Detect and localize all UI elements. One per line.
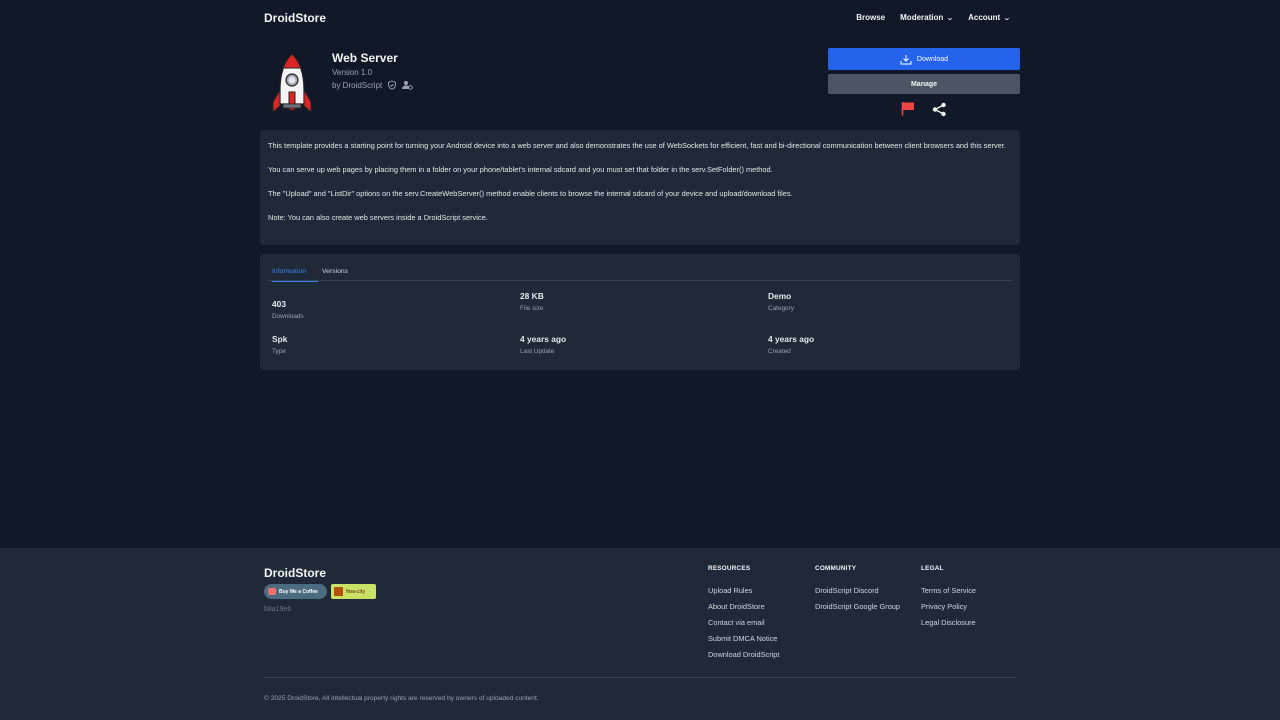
copyright-text: © 2025 DroidStore, All intellectual prop… xyxy=(264,695,539,702)
app-header: Web Server Version 1.0 by DroidScript Do… xyxy=(260,46,1020,126)
download-icon xyxy=(900,54,912,64)
stat-value: Spk xyxy=(272,334,288,344)
nav-browse[interactable]: Browse xyxy=(856,13,885,22)
stat-value: 4 years ago xyxy=(768,334,815,344)
nav-account-label: Account xyxy=(968,13,1001,22)
manage-button-label: Manage xyxy=(910,80,938,88)
user-settings-icon xyxy=(402,80,413,90)
tab-versions[interactable]: Versions xyxy=(322,268,348,275)
nav-moderation-label: Moderation xyxy=(900,13,944,22)
description-paragraph: You can serve up web pages by placing th… xyxy=(268,165,773,174)
description-paragraph: The "Upload" and "ListDir" options on th… xyxy=(268,189,793,198)
stat-label: Category xyxy=(768,305,794,312)
nav-browse-label: Browse xyxy=(856,13,886,22)
app-version: Version 1.0 xyxy=(332,68,373,77)
stat-value: Demo xyxy=(768,291,792,301)
stat-label: Downloads xyxy=(272,313,304,320)
footer-column-title: COMMUNITY xyxy=(815,565,857,572)
tab-information[interactable]: Information xyxy=(272,268,318,282)
site-footer: DroidStore Buy Me a Coffee fma-city b8a1… xyxy=(0,548,1280,720)
footer-link-legal-disclosure[interactable]: Legal Disclosure xyxy=(921,618,976,634)
footer-link-privacy[interactable]: Privacy Policy xyxy=(921,602,976,618)
nav-moderation[interactable]: Moderation ⌄ xyxy=(900,13,955,22)
stat-label: Type xyxy=(272,348,286,355)
main-nav: Browse Moderation ⌄ Account ⌄ xyxy=(841,13,1011,22)
shield-check-icon xyxy=(388,80,397,90)
footer-column-community: COMMUNITY DroidScript Discord DroidScrip… xyxy=(815,565,900,618)
footer-brand[interactable]: DroidStore xyxy=(264,566,326,580)
download-button[interactable]: Download xyxy=(828,48,1020,70)
stat-created: 4 years ago Created xyxy=(768,334,814,355)
description-card: This template provides a starting point … xyxy=(260,130,1020,245)
download-button-label: Download xyxy=(916,55,949,63)
top-navbar: DroidStore Browse Moderation ⌄ Account ⌄ xyxy=(0,0,1280,38)
coffee-cup-icon xyxy=(268,588,276,595)
stat-label: Last Update xyxy=(520,348,555,355)
footer-divider xyxy=(264,677,1016,678)
rocket-icon xyxy=(270,52,314,116)
badge-coffee-label: Buy Me a Coffee xyxy=(279,588,318,595)
footer-link-terms[interactable]: Terms of Service xyxy=(921,586,976,602)
footer-column-legal: LEGAL Terms of Service Privacy Policy Le… xyxy=(921,565,976,634)
chevron-down-icon: ⌄ xyxy=(946,14,955,22)
footer-link-download-droidscript[interactable]: Download DroidScript xyxy=(708,650,779,666)
stat-label: File size xyxy=(520,305,544,312)
stat-category: Demo Category xyxy=(768,291,794,312)
stat-value: 28 KB xyxy=(520,291,544,301)
share-icon[interactable] xyxy=(932,102,947,117)
chevron-down-icon: ⌄ xyxy=(1003,14,1011,22)
description-paragraph: This template provides a starting point … xyxy=(268,141,1006,150)
footer-column-resources: RESOURCES Upload Rules About DroidStore … xyxy=(708,565,779,666)
footer-column-title: LEGAL xyxy=(921,565,944,572)
footer-link-about[interactable]: About DroidStore xyxy=(708,602,779,618)
footer-link-discord[interactable]: DroidScript Discord xyxy=(815,586,900,602)
info-tabs: Information Versions xyxy=(268,264,1012,282)
stat-last-update: 4 years ago Last Update xyxy=(520,334,566,355)
app-author: by DroidScript xyxy=(332,80,413,90)
footer-link-upload-rules[interactable]: Upload Rules xyxy=(708,586,779,602)
description-paragraph: Note: You can also create web servers in… xyxy=(268,213,488,222)
nav-account[interactable]: Account ⌄ xyxy=(968,13,1011,22)
footer-link-contact[interactable]: Contact via email xyxy=(708,618,779,634)
stat-label: Created xyxy=(768,348,791,355)
footer-column-title: RESOURCES xyxy=(708,565,751,572)
build-hash: b8a19e6 xyxy=(264,606,292,613)
stat-file-size: 28 KB File size xyxy=(520,291,544,312)
info-card: Information Versions 403 Downloads 28 KB… xyxy=(260,254,1020,370)
footer-link-google-group[interactable]: DroidScript Google Group xyxy=(815,602,900,618)
fma-city-badge[interactable]: fma-city xyxy=(331,584,376,599)
manage-button[interactable]: Manage xyxy=(828,74,1020,94)
stat-value: 4 years ago xyxy=(520,334,567,344)
fma-city-icon xyxy=(334,587,343,596)
stat-downloads: 403 Downloads xyxy=(272,299,304,320)
badge-fma-label: fma-city xyxy=(346,588,366,595)
buy-me-a-coffee-badge[interactable]: Buy Me a Coffee xyxy=(264,584,327,599)
stat-type: Spk Type xyxy=(272,334,287,355)
author-link[interactable]: by DroidScript xyxy=(332,81,382,90)
brand-logo-text[interactable]: DroidStore xyxy=(264,11,326,25)
app-title: Web Server xyxy=(332,51,398,65)
stat-value: 403 xyxy=(272,299,286,309)
footer-link-dmca[interactable]: Submit DMCA Notice xyxy=(708,634,779,650)
flag-icon[interactable] xyxy=(901,101,915,116)
